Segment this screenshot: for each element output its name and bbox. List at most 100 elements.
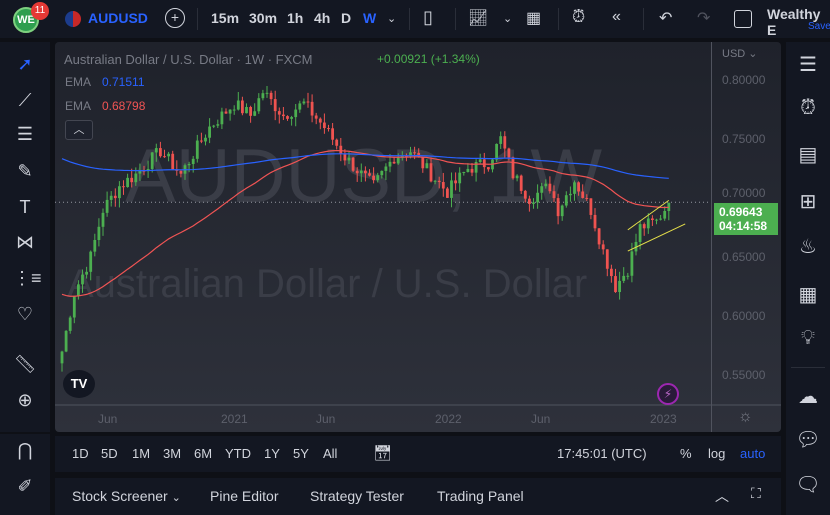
undo-icon[interactable]: ↶ [659,8,672,28]
range-5y[interactable]: 5Y [293,446,309,461]
candle-body [269,92,273,100]
ema-fast-label[interactable]: EMA [65,75,91,89]
interval-4h[interactable]: 4h [314,10,330,26]
alert-clock-icon[interactable]: ⏰︎ [572,7,585,27]
magnet-icon[interactable]: ⋂ [13,440,37,464]
chats-icon[interactable]: 💬︎ [794,427,822,455]
lock-draw-icon[interactable]: ✐ [13,476,37,500]
candle-body [462,171,466,173]
candle-body [306,101,310,103]
watermark-description: Australian Dollar / U.S. Dollar [67,262,587,306]
candle-body [101,212,105,227]
date-range-icon[interactable]: 📅︎ [373,444,392,462]
replay-icon[interactable]: « [612,8,621,26]
candle-body [642,224,646,229]
percent-toggle[interactable]: % [680,446,692,461]
news-icon[interactable]: ▤ [794,142,822,170]
candle-type-icon[interactable]: ▯ [423,7,433,28]
ruler-icon[interactable]: 📏︎ [13,354,37,378]
currency-selector[interactable]: USD ⌄ [722,47,758,60]
layouts-grid-icon[interactable]: ▦ [526,8,541,28]
interval-30m[interactable]: 30m [249,10,277,26]
candle-body [85,271,88,275]
candle-body [392,161,396,164]
range-all[interactable]: All [323,446,337,461]
chevron-down-icon[interactable]: ⌄ [503,12,512,25]
candle-body [93,240,97,252]
text-icon[interactable]: T [13,197,37,221]
candle-body [187,164,191,166]
chevron-down-icon[interactable]: ⌄ [387,12,396,25]
range-ytd[interactable]: YTD [225,446,251,461]
range-3m[interactable]: 3M [163,446,181,461]
candle-body [171,153,175,170]
candle-body [355,170,359,174]
ideas-bulb-icon[interactable]: 💡︎ [794,327,822,355]
price-change: +0.00921 (+1.34%) [377,52,480,66]
lightning-icon[interactable]: ⚡︎ [657,383,679,405]
add-list-icon[interactable]: ⊞ [794,189,822,217]
interval-d[interactable]: D [341,10,351,26]
heart-icon[interactable]: ♡ [13,304,37,328]
watchlist-icon[interactable]: ☰ [794,52,822,80]
redo-icon[interactable]: ↷ [697,8,710,28]
fullscreen-icon[interactable] [734,10,752,28]
range-6m[interactable]: 6M [194,446,212,461]
zoom-icon[interactable]: ⊕ [13,390,37,414]
hotlists-fire-icon[interactable]: ♨ [794,234,822,262]
symbol-search-button[interactable]: AUDUSD [88,10,148,26]
brush-icon[interactable]: ✎ [13,161,37,185]
alerts-clock-icon[interactable]: ⏰︎ [794,97,822,125]
candle-body [261,93,265,99]
interval-1h[interactable]: 1h [287,10,303,26]
time-tick: 2022 [435,412,462,426]
last-price-label: 0.69643 04:14:58 [714,203,778,235]
candle-body [81,274,84,285]
settings-gear-icon[interactable]: ☼ [738,408,753,426]
clock[interactable]: 17:45:01 (UTC) [557,446,647,461]
save-button[interactable]: Save [808,21,830,32]
trend-line-icon[interactable]: ⟋ [13,90,37,114]
cursor-icon[interactable]: ➚ [13,54,37,78]
compare-add-icon[interactable]: + [165,8,185,28]
chevron-up-icon[interactable]: ︿ [715,486,729,506]
candle-body [528,198,531,204]
maximize-icon[interactable]: ⛶ [751,485,761,502]
auto-toggle[interactable]: auto [740,446,765,461]
range-5d[interactable]: 5D [101,446,118,461]
candle-body [236,100,240,110]
messages-icon[interactable]: 🗨︎ [794,472,822,500]
pattern-icon[interactable]: ⋈ [13,232,37,256]
chart-area[interactable]: AUDUSD, 1W Australian Dollar / U.S. Doll… [55,42,781,432]
log-toggle[interactable]: log [708,446,725,461]
candle-body [630,251,634,276]
candle-body [597,228,601,245]
forecast-icon[interactable]: ⋮≡ [13,268,42,292]
time-tick: Jun [98,412,118,426]
candle-body [327,128,330,130]
indicators-icon[interactable]: 📈︎ [468,8,488,28]
collapse-legend-button[interactable]: ︿ [65,120,93,140]
fib-icon[interactable]: ☰ [13,124,37,148]
calendar-icon[interactable]: ▦ [794,282,822,310]
time-tick: Jun [316,412,336,426]
tab-pine-editor[interactable]: Pine Editor [210,488,278,504]
candle-body [294,109,298,118]
price-tick: 0.80000 [722,73,766,87]
range-1y[interactable]: 1Y [264,446,280,461]
ema-slow-label[interactable]: EMA [65,99,91,113]
interval-15m[interactable]: 15m [211,10,239,26]
tab-stock-screener[interactable]: Stock Screener ⌄ [72,488,181,504]
chat-cloud-icon[interactable]: ☁ [794,384,822,412]
tradingview-logo[interactable]: TV [63,370,95,398]
candle-body [581,191,585,198]
tab-strategy-tester[interactable]: Strategy Tester [310,488,404,504]
candle-body [208,126,211,138]
chart-canvas[interactable]: AUDUSD, 1W Australian Dollar / U.S. Doll… [55,42,781,432]
candle-body [60,351,64,364]
range-1m[interactable]: 1M [132,446,150,461]
tab-trading-panel[interactable]: Trading Panel [437,488,524,504]
candle-body [487,167,490,170]
range-1d[interactable]: 1D [72,446,89,461]
interval-w[interactable]: W [363,10,376,26]
